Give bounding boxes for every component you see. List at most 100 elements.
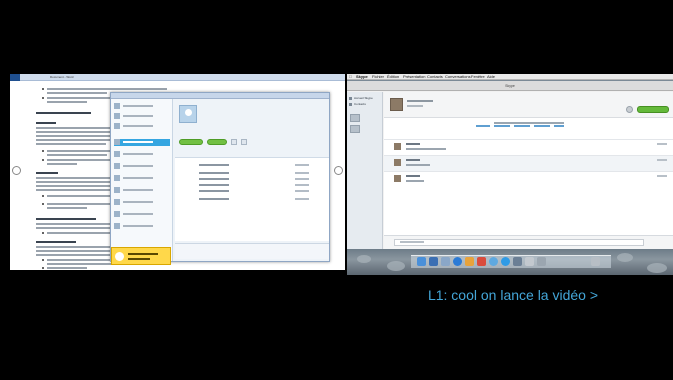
contact-item[interactable] xyxy=(114,151,170,158)
recent-contact-avatar[interactable] xyxy=(350,114,360,122)
skype-logo-icon xyxy=(115,252,124,261)
contact-item[interactable] xyxy=(114,223,170,230)
text-line xyxy=(36,227,114,229)
call-button[interactable] xyxy=(637,106,669,113)
mac-screen-capture:  Skype Fichier Édition Présentation Con… xyxy=(347,74,673,275)
text-line xyxy=(47,159,119,161)
app-dock-icon[interactable] xyxy=(537,257,546,266)
finder-dock-icon[interactable] xyxy=(417,257,426,266)
contacts-icon xyxy=(349,103,352,106)
menu-contacts[interactable]: Contacts xyxy=(427,75,443,79)
subtitle-caption: L1: cool on lance la vidéo > xyxy=(0,287,673,305)
app-dock-icon[interactable] xyxy=(513,257,522,266)
text-line xyxy=(36,139,112,141)
contact-item[interactable] xyxy=(114,211,170,218)
sidebar-item-contacts[interactable]: Contacts xyxy=(349,102,381,107)
text-line xyxy=(47,150,117,152)
mac-conversation-pane xyxy=(384,92,673,249)
skype-contact-list xyxy=(111,99,173,265)
chat-message xyxy=(384,139,673,155)
recent-contact-avatar[interactable] xyxy=(350,125,360,133)
history-link[interactable] xyxy=(494,125,510,127)
text-line xyxy=(36,131,114,133)
app-dock-icon[interactable] xyxy=(465,257,474,266)
message-input[interactable] xyxy=(175,243,329,259)
text-line xyxy=(36,181,114,183)
mac-window-title: Skype xyxy=(505,84,515,88)
message-input[interactable] xyxy=(384,235,673,249)
app-dock-icon[interactable] xyxy=(429,257,438,266)
app-dock-icon[interactable] xyxy=(489,257,498,266)
skype-conversation-pane xyxy=(175,99,329,261)
previous-page-icon[interactable] xyxy=(12,166,21,175)
history-filter-bar xyxy=(384,119,673,129)
history-link[interactable] xyxy=(514,125,530,127)
section-heading xyxy=(36,218,96,220)
contact-item[interactable] xyxy=(114,187,170,194)
app-dock-icon[interactable] xyxy=(525,257,534,266)
trash-dock-icon[interactable] xyxy=(591,257,600,266)
call-button[interactable] xyxy=(207,139,227,145)
video-call-icon[interactable] xyxy=(626,106,633,113)
list-bullet xyxy=(42,232,44,234)
skype-avatar-icon xyxy=(179,105,197,123)
app-dock-icon[interactable] xyxy=(441,257,450,266)
contact-item-selected[interactable] xyxy=(114,139,170,146)
mac-window-titlebar: Skype xyxy=(347,81,673,91)
apple-menu-icon[interactable]:  xyxy=(349,75,352,79)
contact-item[interactable] xyxy=(114,113,170,120)
skype-notification-banner[interactable] xyxy=(111,247,171,265)
windows-taskbar: Document - Word xyxy=(10,74,345,81)
windows-start-icon[interactable] xyxy=(10,74,20,81)
list-bullet xyxy=(42,195,44,197)
app-dock-icon[interactable] xyxy=(477,257,486,266)
menu-fenetre[interactable]: Fenêtre xyxy=(471,75,485,79)
chat-history xyxy=(175,157,329,241)
menu-presentation[interactable]: Présentation xyxy=(403,75,425,79)
sidebar-item-label: Contacts xyxy=(354,102,366,106)
contact-item[interactable] xyxy=(114,103,170,110)
mac-menu-bar:  Skype Fichier Édition Présentation Con… xyxy=(347,74,673,80)
video-call-button[interactable] xyxy=(179,139,203,145)
menu-aide[interactable]: Aide xyxy=(487,75,495,79)
text-line xyxy=(36,185,118,187)
menu-fichier[interactable]: Fichier xyxy=(372,75,384,79)
history-link[interactable] xyxy=(554,125,564,127)
contact-item[interactable] xyxy=(114,199,170,206)
section-heading xyxy=(36,241,76,243)
text-line xyxy=(47,88,167,90)
history-link[interactable] xyxy=(534,125,550,127)
section-heading xyxy=(36,172,58,174)
message-input-placeholder xyxy=(400,241,424,243)
sidebar-item-label: Accueil Skype xyxy=(354,96,373,100)
more-icon[interactable] xyxy=(241,139,247,145)
text-line xyxy=(36,135,118,137)
menu-edition[interactable]: Édition xyxy=(387,75,399,79)
skype-dock-icon[interactable] xyxy=(501,257,510,266)
text-line xyxy=(47,101,87,103)
list-bullet xyxy=(42,259,44,261)
contact-item[interactable] xyxy=(114,175,170,182)
contact-item[interactable] xyxy=(114,123,170,130)
next-page-icon[interactable] xyxy=(334,166,343,175)
text-line xyxy=(47,163,77,165)
section-heading xyxy=(36,122,56,124)
sidebar-item-home[interactable]: Accueil Skype xyxy=(349,96,381,101)
list-bullet xyxy=(42,97,44,99)
video-frame: Document - Word Skype Fichier Édition Pr… xyxy=(0,0,673,380)
history-link[interactable] xyxy=(476,125,490,127)
text-line xyxy=(47,267,87,269)
safari-dock-icon[interactable] xyxy=(453,257,462,266)
skype-window-mac: Skype Accueil Skype Contacts xyxy=(347,81,673,249)
menu-skype[interactable]: Skype xyxy=(356,75,368,79)
list-bullet xyxy=(42,159,44,161)
list-bullet xyxy=(42,203,44,205)
text-line xyxy=(47,195,117,197)
contact-item[interactable] xyxy=(114,163,170,170)
contact-name xyxy=(407,100,433,102)
text-line xyxy=(36,127,116,129)
menu-conversations[interactable]: Conversations xyxy=(445,75,471,79)
text-line xyxy=(47,154,107,156)
contact-avatar xyxy=(390,98,403,111)
add-icon[interactable] xyxy=(231,139,237,145)
